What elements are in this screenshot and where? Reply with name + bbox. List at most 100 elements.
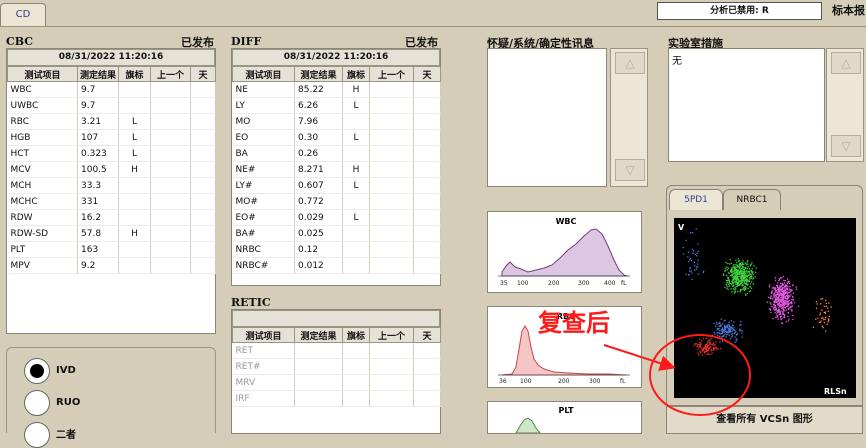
table-row[interactable]: UWBC 9.7 <box>7 97 216 114</box>
table-row[interactable]: MCH 33.3 <box>7 177 216 194</box>
retic-cell-empty <box>369 374 414 391</box>
wbc-histogram[interactable]: WBC 35 100 200 300 400 fL <box>487 211 642 293</box>
cbc-cell-name: UWBC <box>7 97 78 114</box>
cbc-cell-empty <box>150 209 191 226</box>
cbc-cell-name: MCH <box>7 177 78 194</box>
table-row[interactable]: MO 7.96 <box>232 113 441 130</box>
radio-both[interactable] <box>24 422 50 448</box>
table-row[interactable]: EO# 0.029 L <box>232 209 441 226</box>
diff-table: 测试项目 测定结果 旗标 上一个天 NE 85.22 H LY 6.26 L MO 7.96 EO 0.… <box>232 66 441 274</box>
diff-cell-empty <box>369 209 414 226</box>
table-row[interactable]: MRV <box>232 374 441 391</box>
table-row[interactable]: LY# 0.607 L <box>232 177 441 194</box>
table-row[interactable]: HCT 0.323 L <box>7 145 216 162</box>
retic-cell-empty <box>294 358 343 375</box>
retic-cell-empty <box>294 342 343 359</box>
diff-cell-empty <box>413 161 441 178</box>
diff-cell-empty <box>369 225 414 242</box>
table-row[interactable]: RET# <box>232 358 441 375</box>
tab-nrbc1[interactable]: NRBC1 <box>723 189 781 210</box>
cbc-cell-name: WBC <box>7 81 78 98</box>
table-row[interactable]: NE# 8.271 H <box>232 161 441 178</box>
retic-cell-name: RET# <box>232 358 295 375</box>
retic-cell-empty <box>369 342 414 359</box>
cbc-cell-empty <box>150 129 191 146</box>
diff-cell-empty <box>413 177 441 194</box>
suspect-scrollbar[interactable]: △ ▽ <box>610 48 648 187</box>
cbc-cell-name: MCV <box>7 161 78 178</box>
diff-cell-empty <box>369 241 414 258</box>
retic-cell-name: RET <box>232 342 295 359</box>
diff-cell-flag <box>342 257 370 274</box>
table-row[interactable]: NRBC 0.12 <box>232 241 441 258</box>
table-row[interactable]: LY 6.26 L <box>232 97 441 114</box>
table-row[interactable]: RDW 16.2 <box>7 209 216 226</box>
table-row[interactable]: NRBC# 0.012 <box>232 257 441 274</box>
table-row[interactable]: MPV 9.2 <box>7 257 216 274</box>
table-row[interactable]: RBC 3.21 L <box>7 113 216 130</box>
retic-col-header: 测试项目 <box>232 327 295 343</box>
retic-col-header: 旗标 <box>342 327 370 343</box>
table-row[interactable]: WBC 9.7 <box>7 81 216 98</box>
tab-5pd1[interactable]: 5PD1 <box>669 189 723 210</box>
retic-cell-empty <box>413 342 441 359</box>
table-row[interactable]: MCV 100.5 H <box>7 161 216 178</box>
table-row[interactable]: MO# 0.772 <box>232 193 441 210</box>
suspect-message-list[interactable] <box>487 48 607 187</box>
rbc-tick: 200 <box>558 378 570 385</box>
diff-col-header: 旗标 <box>342 66 370 82</box>
rbc-tick: 36 <box>499 378 507 385</box>
table-row[interactable]: RET <box>232 342 441 359</box>
table-row[interactable]: NE 85.22 H <box>232 81 441 98</box>
radio-ruo[interactable] <box>24 390 50 416</box>
table-row[interactable]: BA# 0.025 <box>232 225 441 242</box>
cbc-cell-empty <box>150 145 191 162</box>
cbc-col-header: 测定结果 <box>77 66 119 82</box>
view-all-vcsn-button[interactable]: 查看所有 VCSn 图形 <box>666 406 863 434</box>
table-row[interactable]: HGB 107 L <box>7 129 216 146</box>
retic-cell-empty <box>294 390 343 407</box>
scroll-down-icon[interactable]: ▽ <box>831 135 861 157</box>
scatter-plot[interactable]: V RLSn <box>674 218 856 398</box>
cbc-title: CBC <box>6 35 34 48</box>
radio-ivd[interactable] <box>24 358 50 384</box>
wbc-tick: 35 <box>500 280 508 287</box>
diff-cell-empty <box>413 129 441 146</box>
table-row[interactable]: MCHC 331 <box>7 193 216 210</box>
scroll-up-icon[interactable]: △ <box>615 52 645 74</box>
table-row[interactable]: BA 0.26 <box>232 145 441 162</box>
retic-panel: 测试项目 测定结果 旗标 上一个天 RET RET# MRV IRF <box>231 309 441 434</box>
cbc-cell-empty <box>190 145 216 162</box>
lab-scrollbar[interactable]: △ ▽ <box>826 48 864 162</box>
radio-ivd-label: IVD <box>56 365 76 376</box>
diff-datetime: 08/31/2022 11:20:16 <box>232 49 440 66</box>
diff-cell-empty <box>413 257 441 274</box>
table-row[interactable]: EO 0.30 L <box>232 129 441 146</box>
diff-cell-flag: L <box>342 97 370 114</box>
cbc-cell-empty <box>190 113 216 130</box>
cbc-cell-flag <box>118 209 151 226</box>
cbc-cell-value: 331 <box>77 193 119 210</box>
diff-cell-value: 8.271 <box>294 161 343 178</box>
retic-table: 测试项目 测定结果 旗标 上一个天 RET RET# MRV IRF <box>232 327 441 407</box>
diff-cell-empty <box>413 145 441 162</box>
diff-cell-flag: H <box>342 161 370 178</box>
scroll-down-icon[interactable]: ▽ <box>615 159 645 181</box>
cbc-cell-flag: H <box>118 161 151 178</box>
cbc-cell-empty <box>190 81 216 98</box>
lab-measures-box[interactable]: 无 <box>668 48 825 162</box>
cbc-cell-flag <box>118 177 151 194</box>
plt-histogram[interactable]: PLT <box>487 401 642 434</box>
diff-cell-empty <box>413 225 441 242</box>
diff-cell-flag: L <box>342 177 370 194</box>
diff-cell-name: LY <box>232 97 295 114</box>
table-row[interactable]: RDW-SD 57.8 H <box>7 225 216 242</box>
cbc-cell-name: MCHC <box>7 193 78 210</box>
table-row[interactable]: IRF <box>232 390 441 407</box>
diff-cell-value: 0.26 <box>294 145 343 162</box>
scroll-up-icon[interactable]: △ <box>831 52 861 74</box>
tab-cd[interactable]: CD <box>0 3 46 26</box>
table-row[interactable]: PLT 163 <box>7 241 216 258</box>
diff-cell-name: NRBC <box>232 241 295 258</box>
sample-report-label[interactable]: 标本报 <box>832 2 865 18</box>
